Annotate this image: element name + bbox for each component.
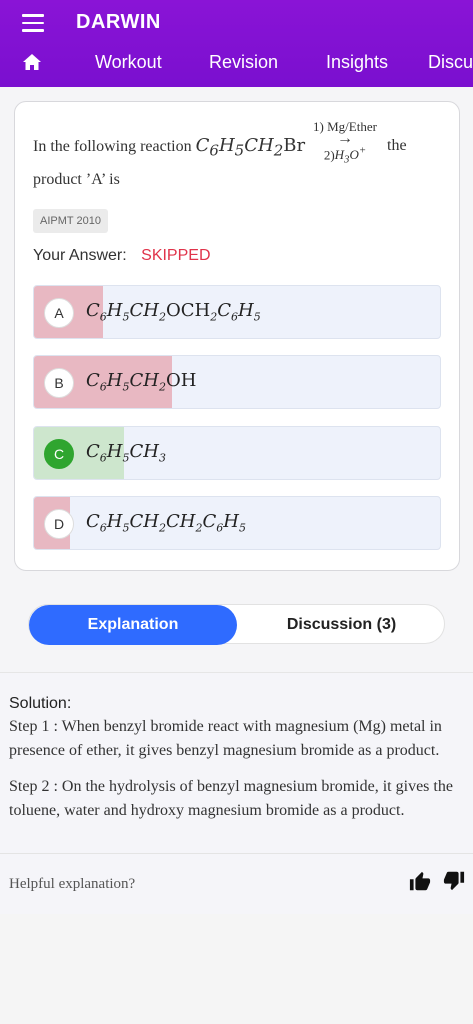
question-intro: In the following reaction [33, 138, 192, 155]
solution-title: Solution: [9, 695, 72, 712]
bottom-area [0, 914, 473, 1024]
app-title: DARWIN [76, 11, 161, 33]
option-c[interactable]: C C6H5CH3 [33, 426, 441, 480]
option-d-letter: D [44, 509, 74, 539]
reagent-bottom: 2)H3O+ [323, 145, 367, 166]
tab-workout[interactable]: Workout [95, 52, 162, 73]
reaction-arrow: 1) Mg/Ether → 2)H3O+ [303, 120, 387, 167]
solution-section: Solution: Step 1 : When benzyl bromide r… [0, 673, 473, 914]
tab-insights[interactable]: Insights [326, 52, 388, 73]
source-badge: AIPMT 2010 [33, 209, 108, 233]
thumbs-down-icon[interactable] [443, 869, 465, 891]
tab-discuss[interactable]: Discu [428, 52, 473, 73]
tab-explanation[interactable]: Explanation [29, 605, 237, 645]
option-a-formula: C6H5CH2OCH2C6H5 [86, 300, 261, 324]
solution-step-1: Step 1 : When benzyl bromide react with … [9, 718, 442, 759]
explanation-discussion-toggle: Explanation Discussion (3) [28, 604, 446, 645]
tab-revision[interactable]: Revision [209, 52, 278, 73]
option-d[interactable]: D C6H5CH2CH2C6H5 [33, 496, 441, 550]
option-a-letter: A [44, 298, 74, 328]
thumbs-up-icon[interactable] [409, 871, 431, 893]
your-answer-label: Your Answer: [33, 247, 127, 264]
option-c-letter: C [44, 439, 74, 469]
question-tail: the [387, 137, 407, 154]
reactant-formula: C6H5CH2Br [195, 135, 306, 160]
home-icon[interactable] [23, 54, 41, 70]
your-answer-value: SKIPPED [141, 247, 211, 264]
nav-tabs: Workout Revision Insights Discu [0, 48, 473, 80]
arrow-icon: → [337, 130, 353, 147]
question-card: In the following reaction C6H5CH2Br 1) M… [14, 101, 460, 571]
solution-step-2: Step 2 : On the hydrolysis of benzyl mag… [9, 778, 453, 819]
divider [0, 853, 473, 854]
option-b-letter: B [44, 368, 74, 398]
your-answer-row: Your Answer: SKIPPED [33, 247, 211, 265]
app-bar: DARWIN Workout Revision Insights Discu [0, 0, 473, 87]
tab-discussion[interactable]: Discussion (3) [237, 605, 446, 645]
menu-icon[interactable] [22, 14, 44, 32]
helpful-prompt: Helpful explanation? [9, 876, 136, 892]
option-b-formula: C6H5CH2OH [86, 370, 197, 394]
option-b[interactable]: B C6H5CH2OH [33, 355, 441, 409]
option-d-formula: C6H5CH2CH2C6H5 [86, 511, 246, 535]
question-line2: product ’A’ is [33, 171, 120, 188]
option-a[interactable]: A C6H5CH2OCH2C6H5 [33, 285, 441, 339]
option-c-formula: C6H5CH3 [86, 441, 166, 465]
